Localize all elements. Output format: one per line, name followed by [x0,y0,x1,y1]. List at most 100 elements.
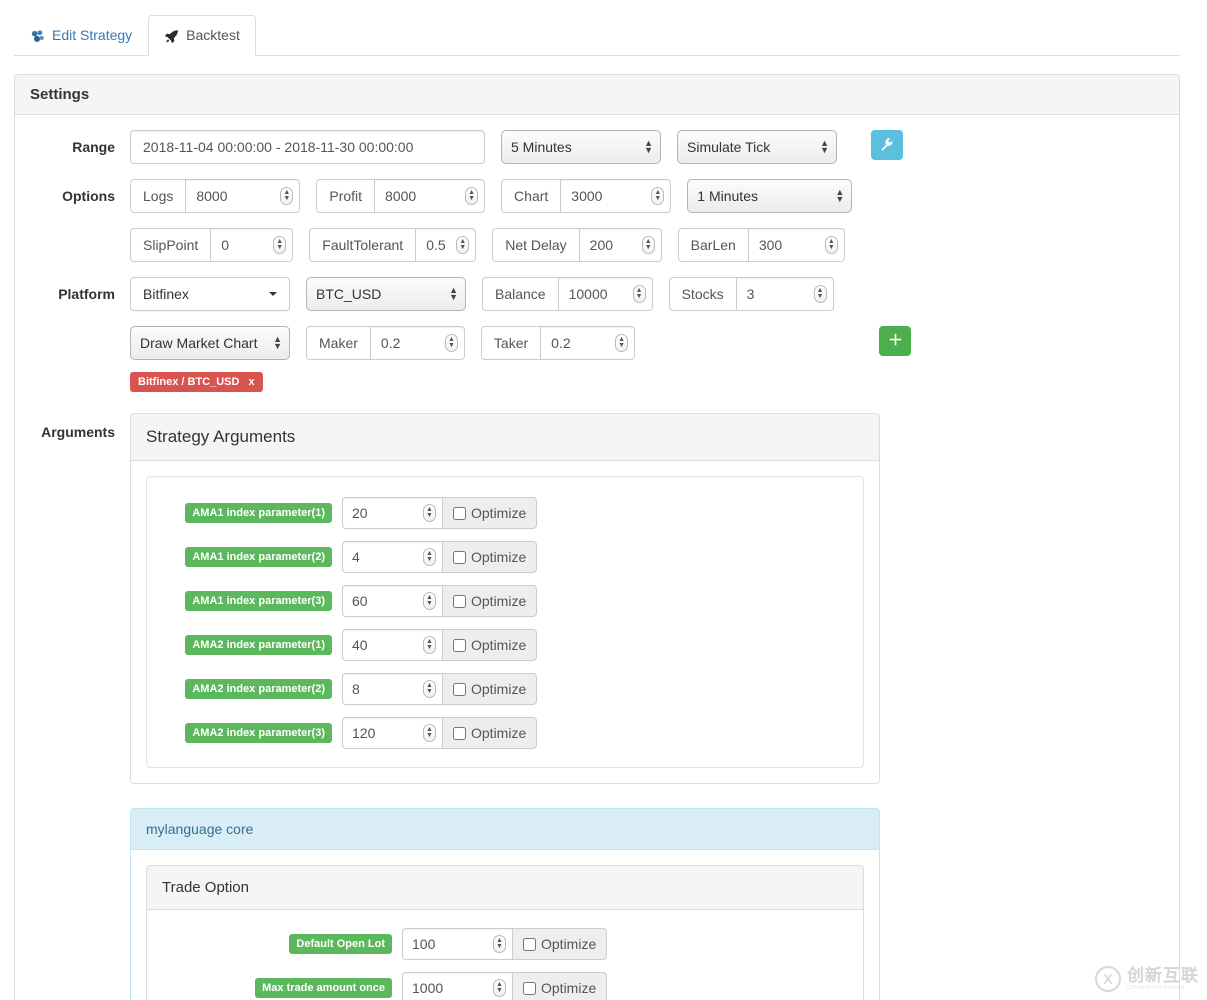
arg-input[interactable] [343,586,421,616]
tab-label: Edit Strategy [52,27,133,44]
optimize-checkbox[interactable] [523,937,536,951]
stocks-input[interactable] [736,278,812,310]
arg-row: Default Open Lot ▲▼ [162,928,848,960]
balance-label: Balance [482,277,558,311]
netdelay-input[interactable] [579,229,640,261]
optimize-toggle[interactable]: Optimize [442,541,538,573]
arg-input[interactable] [343,542,421,572]
stocks-stepper[interactable]: ▲ ▼ [813,285,827,303]
barlen-input[interactable] [748,229,823,261]
optimize-checkbox[interactable] [453,506,466,520]
range-input-slot [130,130,485,164]
arg-stepper[interactable]: ▲ ▼ [493,979,506,997]
arg-input[interactable] [343,674,421,704]
optimize-checkbox[interactable] [523,981,536,995]
faulttolerant-stepper[interactable]: ▲ ▼ [456,236,470,254]
optimize-toggle[interactable]: Optimize [442,629,538,661]
arguments-row-label: Arguments [41,424,115,440]
chart-draw-select[interactable]: Draw Market Chart [130,326,290,360]
optimize-toggle[interactable]: Optimize [442,585,538,617]
pair-select-slot: BTC_USD ▲ ▼ [306,277,466,311]
logs-input[interactable] [186,180,279,212]
arg-row: AMA2 index parameter(3) ▲▼ [162,717,848,749]
tick-mode-select[interactable]: Simulate Tick [677,130,837,164]
faulttolerant-field: FaultTolerant ▲▼ [309,228,477,262]
optimize-checkbox[interactable] [453,594,466,608]
barlen-field: BarLen ▲▼ [677,228,845,262]
arg-row: AMA2 index parameter(2) ▲▼ [162,673,848,705]
maker-stepper[interactable]: ▲ ▼ [444,334,458,352]
netdelay-label: Net Delay [492,228,579,262]
period-select[interactable]: 5 Minutes [501,130,661,164]
exchange-select-slot: Bitfinex [130,277,290,311]
platform-badge-spacer [30,369,130,403]
arg-row: AMA2 index parameter(1) ▲▼ [162,629,848,661]
strategy-arguments-list: AMA1 index parameter(1) ▲▼ [146,476,864,768]
balance-input[interactable] [558,278,631,310]
arg-stepper[interactable]: ▲ ▼ [423,504,436,522]
tab-edit-strategy[interactable]: Edit Strategy [14,15,148,56]
platform-row-1: Platform Bitfinex BTC_USD ▲ ▼ Balance 10… [30,277,1164,326]
taker-stepper[interactable]: ▲ ▼ [615,334,629,352]
optimize-toggle[interactable]: Optimize [512,972,608,1000]
range-input[interactable] [130,130,485,164]
pair-select[interactable]: BTC_USD [306,277,466,311]
trade-option-title: Trade Option [147,866,863,910]
chart-period-select[interactable]: 1 Minutes [687,179,853,213]
period-select-slot: 5 Minutes ▲ ▼ [501,130,661,164]
optimize-checkbox[interactable] [453,682,466,696]
mylanguage-core-title: mylanguage core [131,809,879,850]
exchange-select[interactable]: Bitfinex [130,277,290,311]
arg-input[interactable] [343,498,421,528]
arg-input[interactable] [343,630,421,660]
arg-badge: AMA2 index parameter(1) [185,635,332,655]
slippoint-stepper[interactable]: ▲ ▼ [273,236,287,254]
arg-stepper[interactable]: ▲ ▼ [493,935,506,953]
arg-input[interactable] [403,929,491,959]
options-row-2: SlipPoint ▲▼ FaultTolerant [30,228,1164,277]
balance-field: Balance ▲▼ [482,277,653,311]
platform-badge[interactable]: Bitfinex / BTC_USD x [130,372,263,392]
add-platform-button[interactable] [879,326,912,356]
optimize-checkbox[interactable] [453,550,466,564]
barlen-stepper[interactable]: ▲ ▼ [824,236,838,254]
arg-stepper[interactable]: ▲ ▼ [423,680,436,698]
arg-row: AMA1 index parameter(2) ▲▼ [162,541,848,573]
arg-stepper[interactable]: ▲ ▼ [423,548,436,566]
optimize-toggle[interactable]: Optimize [442,497,538,529]
maker-input[interactable] [370,327,443,359]
arg-input[interactable] [403,973,491,1000]
taker-input[interactable] [541,327,614,359]
arg-badge: AMA1 index parameter(3) [185,591,332,611]
chart-stepper[interactable]: ▲ ▼ [651,187,665,205]
tab-label: Backtest [186,27,240,44]
platform-badge-remove-icon[interactable]: x [248,376,254,388]
settings-panel: Settings Range 5 Minutes ▲▼ [14,74,1180,1000]
balance-stepper[interactable]: ▲ ▼ [632,285,646,303]
profit-input[interactable] [375,180,464,212]
maker-field: Maker ▲▼ [306,326,465,360]
arg-input[interactable] [343,718,421,748]
chart-input[interactable] [561,180,650,212]
faulttolerant-label: FaultTolerant [309,228,416,262]
plus-icon [889,333,902,349]
profit-stepper[interactable]: ▲ ▼ [465,187,479,205]
wrench-button[interactable] [871,130,903,160]
optimize-label: Optimize [471,549,527,565]
arg-stepper[interactable]: ▲ ▼ [423,724,436,742]
slippoint-input[interactable] [211,229,272,261]
arg-stepper[interactable]: ▲ ▼ [423,636,436,654]
optimize-checkbox[interactable] [453,726,466,740]
netdelay-stepper[interactable]: ▲ ▼ [641,236,655,254]
logs-stepper[interactable]: ▲ ▼ [280,187,294,205]
arg-stepper[interactable]: ▲ ▼ [423,592,436,610]
settings-panel-heading: Settings [15,75,1179,115]
optimize-toggle[interactable]: Optimize [512,928,608,960]
optimize-toggle[interactable]: Optimize [442,717,538,749]
strategy-arguments-title: Strategy Arguments [131,414,879,461]
optimize-checkbox[interactable] [453,638,466,652]
logs-label: Logs [130,179,186,213]
tab-backtest[interactable]: Backtest [148,15,256,56]
optimize-toggle[interactable]: Optimize [442,673,538,705]
faulttolerant-input[interactable] [416,229,455,261]
